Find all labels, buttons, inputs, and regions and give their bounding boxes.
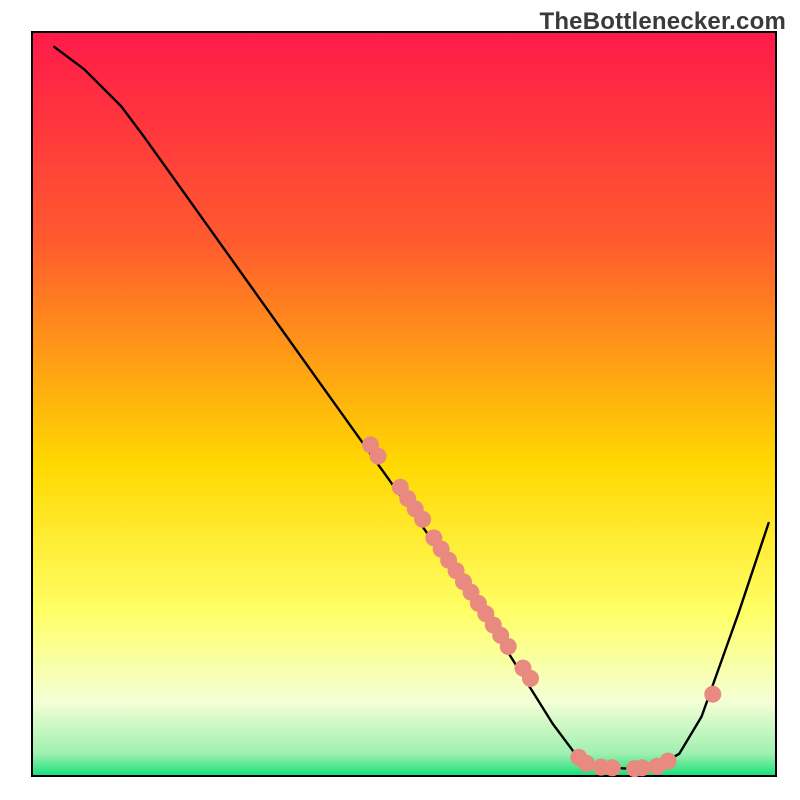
curve-marker — [522, 670, 539, 687]
curve-marker — [414, 511, 431, 528]
curve-marker — [704, 686, 721, 703]
watermark-label: TheBottlenecker.com — [539, 8, 786, 36]
curve-marker — [660, 753, 677, 770]
curve-marker — [370, 448, 387, 465]
curve-marker — [500, 638, 517, 655]
bottleneck-chart — [0, 0, 800, 800]
curve-marker — [578, 755, 595, 772]
curve-marker — [634, 759, 651, 776]
curve-marker — [604, 759, 621, 776]
chart-container: TheBottlenecker.com — [0, 0, 800, 800]
gradient-background — [32, 32, 776, 776]
plot-area — [32, 32, 776, 777]
